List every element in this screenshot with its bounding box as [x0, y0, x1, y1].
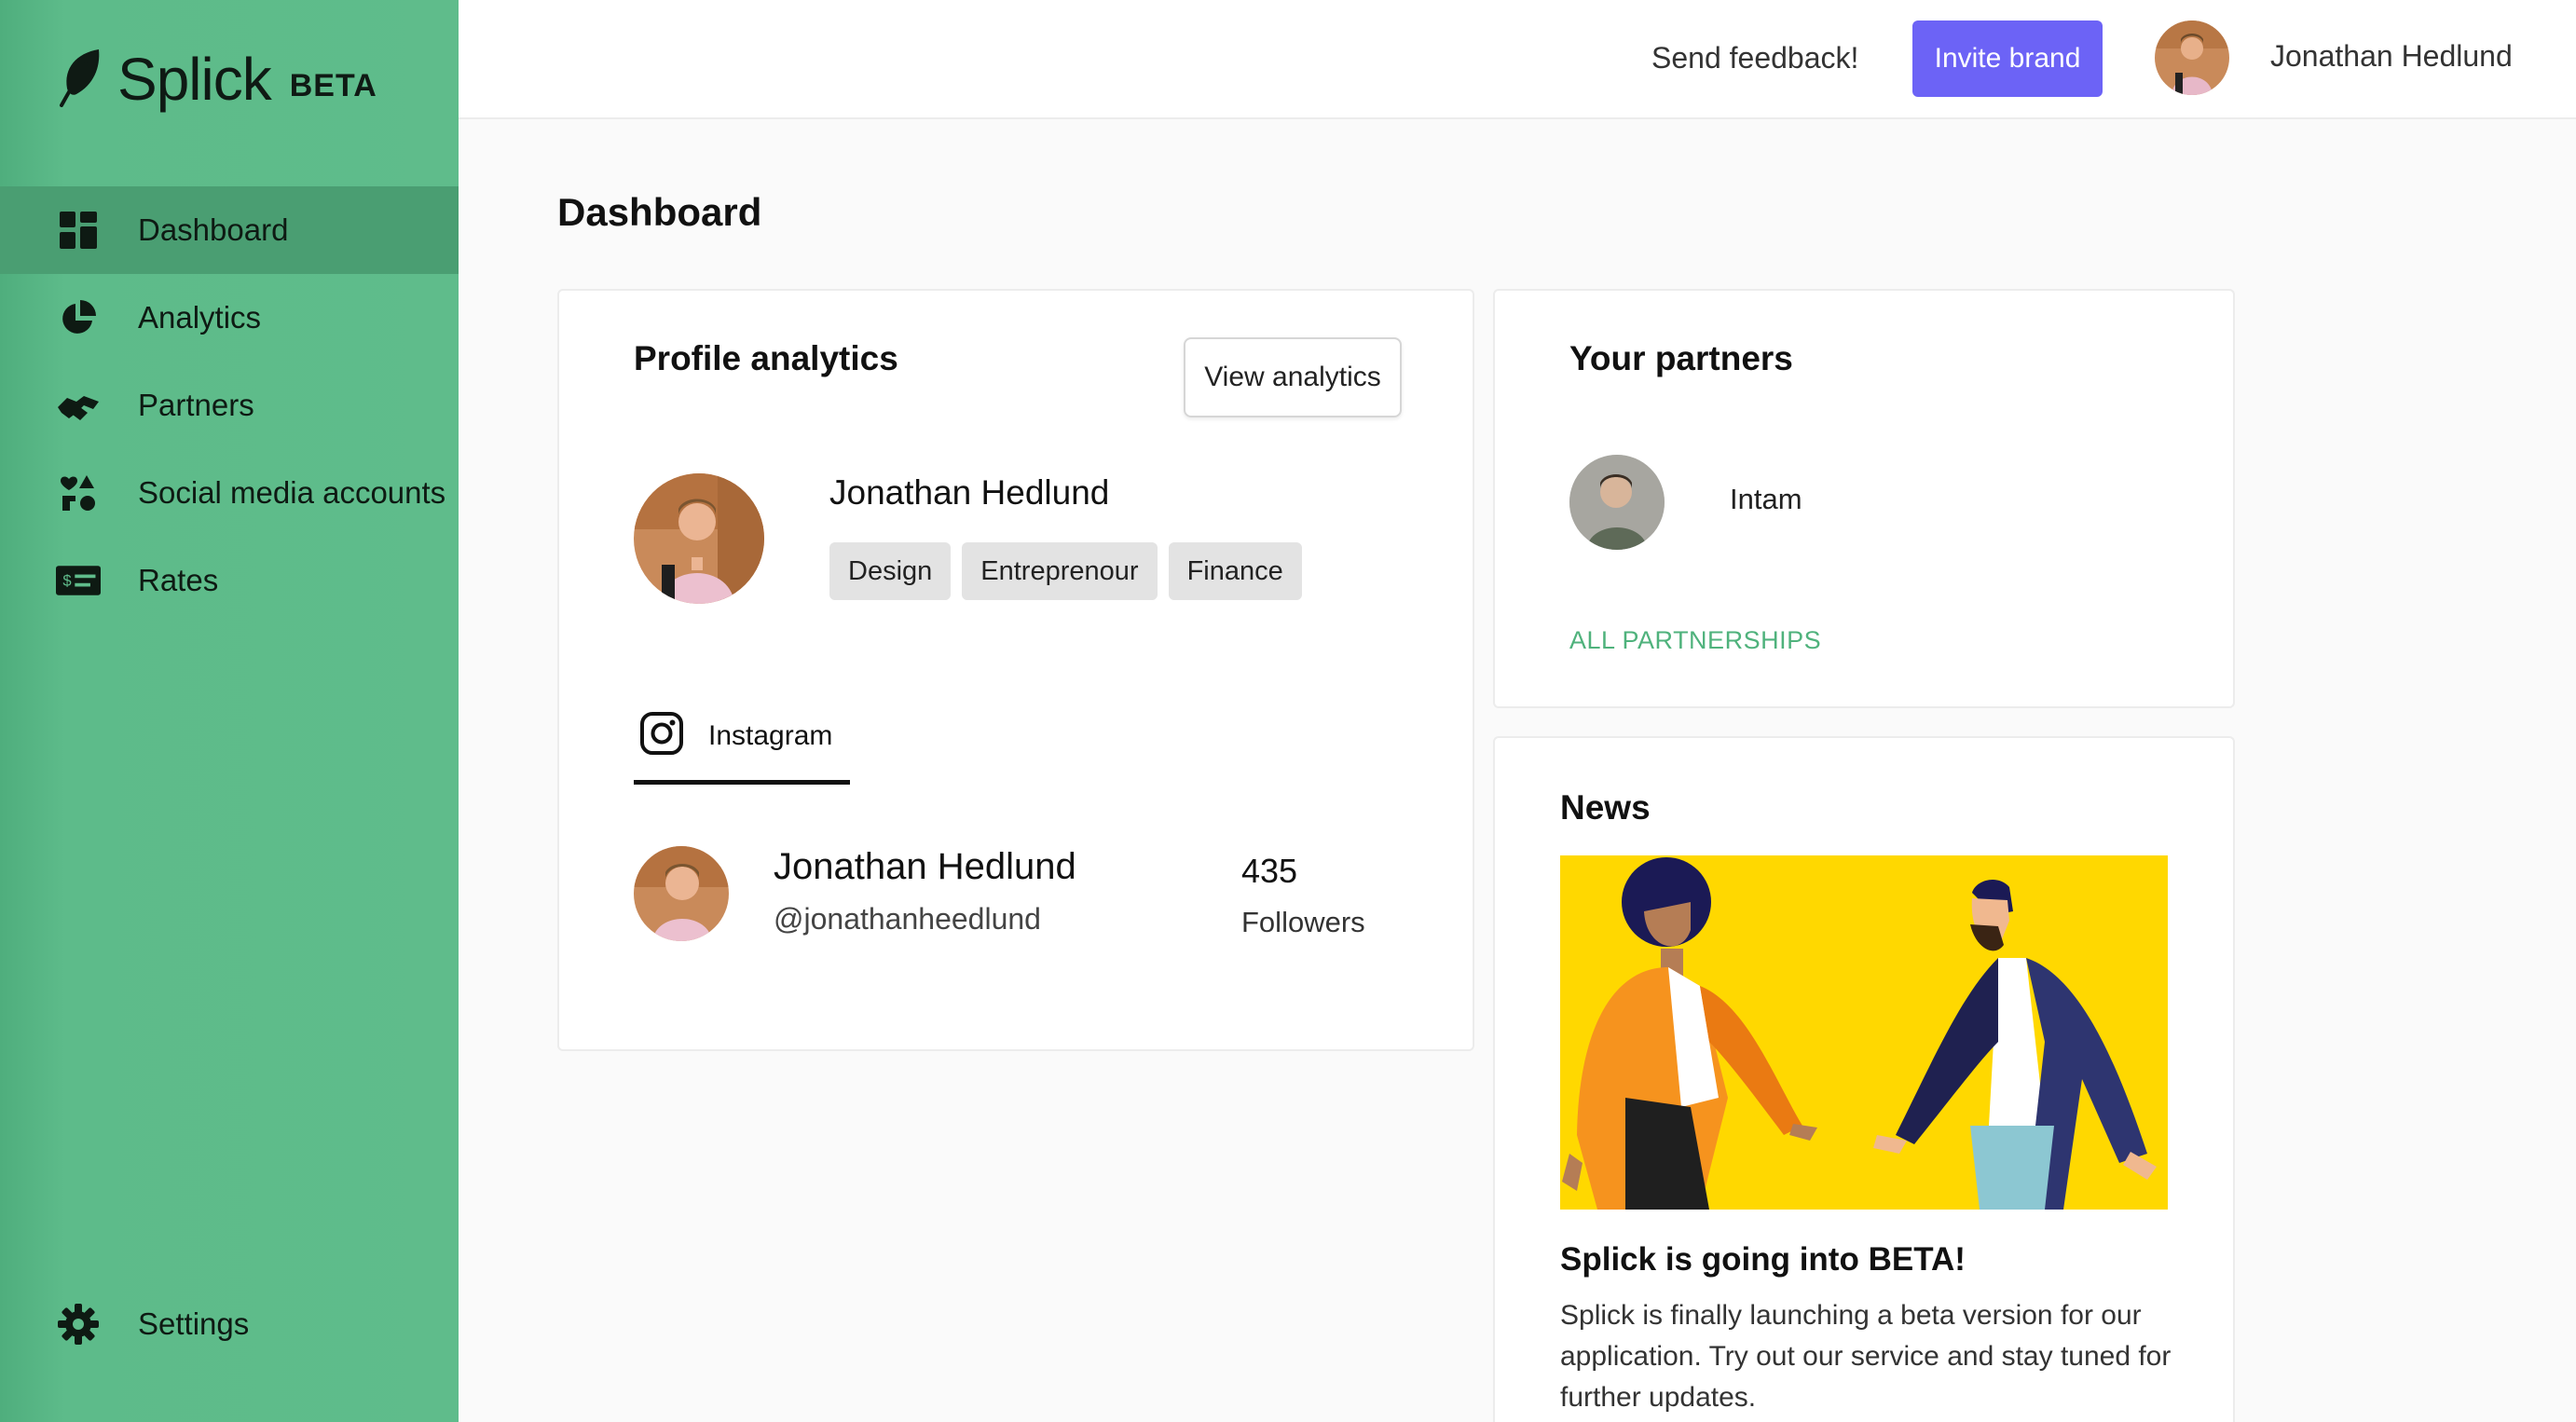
page-title: Dashboard — [557, 190, 762, 234]
instagram-icon — [639, 711, 684, 760]
sidebar: Splick BETA Dashboard Analytics Partners… — [0, 0, 459, 1422]
partners-card: Your partners Intam ALL PARTNERSHIPS — [1493, 289, 2235, 708]
sidebar-item-label: Analytics — [138, 300, 262, 335]
sidebar-item-settings[interactable]: Settings — [0, 1280, 459, 1368]
logo-text: Splick — [117, 46, 272, 113]
tag: Entreprenour — [962, 542, 1158, 600]
followers-label: Followers — [1241, 906, 1365, 938]
card-title: Profile analytics — [634, 339, 898, 377]
handshake-icon — [56, 383, 101, 428]
logo[interactable]: Splick BETA — [58, 45, 377, 114]
news-body: Splick is finally launching a beta versi… — [1560, 1300, 2172, 1413]
invite-brand-button[interactable]: Invite brand — [1912, 21, 2103, 97]
profile-analytics-card: Profile analytics View analytics Jonatha… — [557, 289, 1474, 1051]
avatar — [634, 846, 729, 941]
tag: Finance — [1168, 542, 1302, 600]
tab-label: Instagram — [708, 719, 833, 751]
partner-name[interactable]: Intam — [1730, 483, 1802, 516]
view-analytics-button[interactable]: View analytics — [1184, 337, 1402, 417]
shapes-icon — [56, 471, 101, 515]
sidebar-item-analytics[interactable]: Analytics — [0, 274, 459, 362]
settings-label: Settings — [138, 1306, 250, 1341]
avatar[interactable] — [2155, 21, 2229, 95]
sidebar-item-label: Rates — [138, 563, 219, 597]
account-handle: @jonathanheedlund — [774, 902, 1041, 936]
news-headline[interactable]: Splick is going into BETA! — [1560, 1241, 1966, 1278]
news-card: News Splick is going into BETA! Splick i… — [1493, 736, 2235, 1422]
user-name[interactable]: Jonathan Hedlund — [2270, 39, 2513, 74]
send-feedback-link[interactable]: Send feedback! — [1651, 41, 1858, 75]
sidebar-nav: Dashboard Analytics Partners Social medi… — [0, 186, 459, 624]
leaf-icon — [58, 48, 104, 112]
sidebar-item-social-media-accounts[interactable]: Social media accounts — [0, 449, 459, 537]
account-name: Jonathan Hedlund — [774, 846, 1076, 887]
avatar — [634, 473, 764, 604]
followers-count: 435 — [1241, 852, 1298, 890]
sidebar-item-rates[interactable]: $ Rates — [0, 537, 459, 624]
beta-badge: BETA — [289, 67, 377, 103]
sidebar-item-label: Social media accounts — [138, 475, 446, 510]
grid-icon — [56, 208, 101, 253]
svg-text:$: $ — [62, 572, 71, 590]
sidebar-item-label: Dashboard — [138, 212, 289, 247]
profile-name: Jonathan Hedlund — [829, 473, 1110, 512]
card-title: News — [1560, 788, 1651, 827]
app: Splick BETA Dashboard Analytics Partners… — [0, 0, 2576, 1422]
avatar[interactable] — [1569, 455, 1665, 550]
pie-chart-icon — [56, 295, 101, 340]
sidebar-item-dashboard[interactable]: Dashboard — [0, 186, 459, 274]
all-partnerships-link[interactable]: ALL PARTNERSHIPS — [1569, 626, 1821, 655]
sidebar-item-partners[interactable]: Partners — [0, 362, 459, 449]
sidebar-item-label: Partners — [138, 388, 254, 422]
tab-instagram[interactable]: Instagram — [634, 691, 850, 785]
gear-icon — [56, 1302, 101, 1347]
tag: Design — [829, 542, 952, 600]
tag-list: Design Entreprenour Finance — [829, 542, 1302, 600]
money-check-icon: $ — [56, 558, 101, 603]
card-title: Your partners — [1569, 339, 1793, 377]
topbar: Send feedback! Invite brand Jonathan Hed… — [459, 0, 2576, 119]
sidebar-settings: Settings — [0, 1280, 459, 1368]
news-illustration — [1560, 855, 2168, 1210]
